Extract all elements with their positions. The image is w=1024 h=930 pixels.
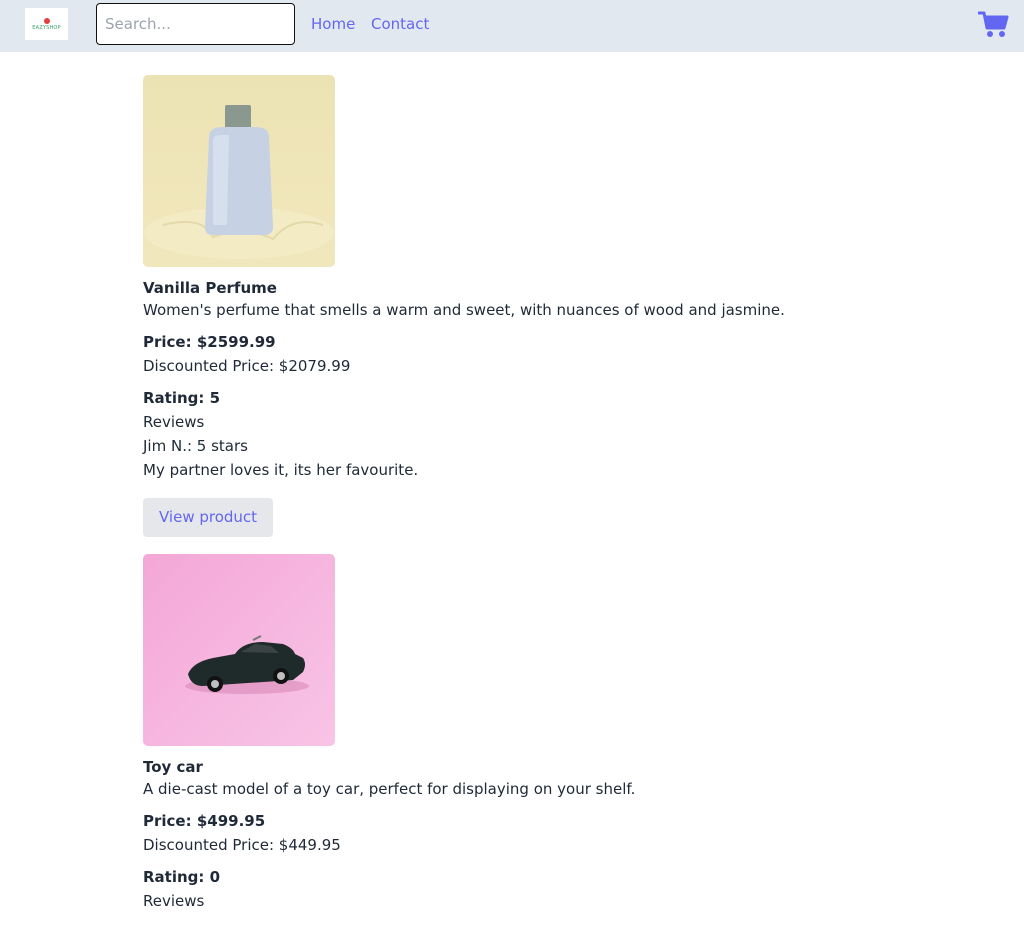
product-name: Toy car xyxy=(143,758,203,776)
nav-link-home[interactable]: Home xyxy=(311,15,355,33)
search-input[interactable] xyxy=(96,3,295,45)
logo-text: EAZYSHOP xyxy=(32,24,61,31)
cart-icon[interactable] xyxy=(978,11,1009,38)
product-description: Women's perfume that smells a warm and s… xyxy=(143,301,785,319)
product-price: Price: $2599.99 xyxy=(143,333,276,351)
product-rating: Rating: 5 xyxy=(143,389,221,407)
logo[interactable]: EAZYSHOP xyxy=(25,8,68,40)
product-name: Vanilla Perfume xyxy=(143,279,277,297)
product-description: A die-cast model of a toy car, perfect f… xyxy=(143,780,636,798)
product-discounted-price: Discounted Price: $2079.99 xyxy=(143,357,351,375)
view-product-button[interactable]: View product xyxy=(143,498,274,537)
product-discounted-price: Discounted Price: $449.95 xyxy=(143,836,341,854)
toy-car-image[interactable] xyxy=(143,554,335,746)
reviews-heading: Reviews xyxy=(143,413,205,431)
product-price: Price: $499.95 xyxy=(143,812,266,830)
perfume-bottle-image[interactable] xyxy=(143,75,335,267)
logo-icon xyxy=(43,17,50,24)
product-card: Vanilla Perfume Women's perfume that sme… xyxy=(143,75,903,537)
reviews-heading: Reviews xyxy=(143,892,205,910)
nav-link-contact[interactable]: Contact xyxy=(371,15,429,33)
product-list: Vanilla Perfume Women's perfume that sme… xyxy=(143,75,903,930)
product-card: Toy car A die-cast model of a toy car, p… xyxy=(143,554,903,913)
top-navbar: EAZYSHOP Home Contact xyxy=(0,0,1024,52)
product-rating: Rating: 0 xyxy=(143,868,221,886)
review-author: Jim N.: 5 stars xyxy=(143,437,248,455)
review-text: My partner loves it, its her favourite. xyxy=(143,461,419,479)
